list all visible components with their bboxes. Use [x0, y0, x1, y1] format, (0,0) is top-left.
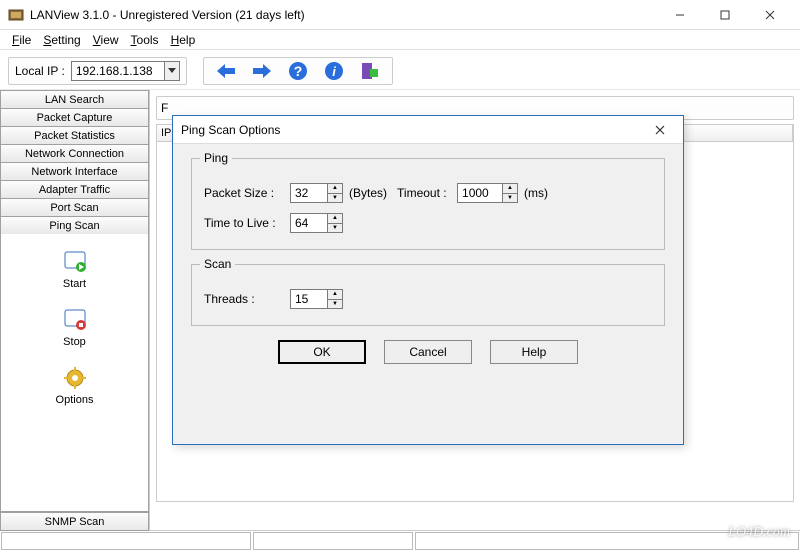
ping-groupbox: Ping Packet Size : ▲▼ (Bytes) Timeout : … — [191, 158, 665, 250]
menu-file[interactable]: File — [6, 32, 37, 48]
threads-spin[interactable]: ▲▼ — [290, 289, 343, 309]
start-action[interactable]: Start — [1, 250, 148, 290]
stop-action[interactable]: Stop — [1, 308, 148, 348]
back-button[interactable] — [214, 59, 238, 83]
spin-down-icon[interactable]: ▼ — [328, 300, 342, 309]
scan-legend: Scan — [200, 257, 235, 271]
local-ip-label: Local IP : — [15, 64, 65, 78]
status-cell-2 — [253, 532, 413, 550]
sidebar-tab-adapter-traffic[interactable]: Adapter Traffic — [0, 180, 149, 199]
spin-down-icon[interactable]: ▼ — [503, 194, 517, 203]
menubar: File Setting View Tools Help — [0, 30, 800, 50]
spin-down-icon[interactable]: ▼ — [328, 194, 342, 203]
spin-up-icon[interactable]: ▲ — [503, 184, 517, 194]
exit-icon[interactable] — [358, 59, 382, 83]
options-icon — [63, 366, 87, 390]
ttl-spin[interactable]: ▲▼ — [290, 213, 343, 233]
menu-view[interactable]: View — [87, 32, 125, 48]
info-icon[interactable]: i — [322, 59, 346, 83]
timeout-input[interactable] — [458, 184, 502, 202]
spin-up-icon[interactable]: ▲ — [328, 214, 342, 224]
menu-setting[interactable]: Setting — [37, 32, 86, 48]
window-title: LANView 3.1.0 - Unregistered Version (21… — [30, 8, 657, 22]
menu-tools[interactable]: Tools — [125, 32, 165, 48]
threads-input[interactable] — [291, 290, 327, 308]
window-titlebar: LANView 3.1.0 - Unregistered Version (21… — [0, 0, 800, 30]
sidebar: LAN Search Packet Capture Packet Statist… — [0, 90, 150, 530]
minimize-button[interactable] — [657, 1, 702, 29]
svg-text:i: i — [332, 64, 336, 79]
options-action[interactable]: Options — [1, 366, 148, 406]
help-icon[interactable]: ? — [286, 59, 310, 83]
start-icon — [63, 250, 87, 274]
ttl-input[interactable] — [291, 214, 327, 232]
local-ip-combo[interactable] — [71, 61, 180, 81]
sidebar-tab-port-scan[interactable]: Port Scan — [0, 198, 149, 217]
timeout-label: Timeout : — [397, 186, 457, 200]
start-label: Start — [63, 278, 86, 290]
help-button[interactable]: Help — [490, 340, 578, 364]
spin-up-icon[interactable]: ▲ — [328, 290, 342, 300]
local-ip-dropdown-icon[interactable] — [164, 62, 179, 80]
spin-up-icon[interactable]: ▲ — [328, 184, 342, 194]
packet-size-label: Packet Size : — [204, 186, 290, 200]
timeout-unit: (ms) — [524, 186, 548, 200]
options-label: Options — [56, 394, 94, 406]
toolbar: Local IP : ? i — [0, 52, 800, 90]
ping-scan-options-dialog: Ping Scan Options Ping Packet Size : ▲▼ … — [172, 115, 684, 445]
status-cell-1 — [1, 532, 251, 550]
cancel-button[interactable]: Cancel — [384, 340, 472, 364]
sidebar-tab-packet-capture[interactable]: Packet Capture — [0, 108, 149, 127]
close-button[interactable] — [747, 1, 792, 29]
threads-label: Threads : — [204, 292, 290, 306]
svg-text:?: ? — [294, 63, 303, 79]
dialog-titlebar[interactable]: Ping Scan Options — [173, 116, 683, 144]
packet-size-unit: (Bytes) — [349, 186, 387, 200]
statusbar — [0, 530, 800, 550]
sidebar-tab-snmp-scan[interactable]: SNMP Scan — [0, 512, 149, 531]
stop-label: Stop — [63, 336, 86, 348]
maximize-button[interactable] — [702, 1, 747, 29]
sidebar-tab-lan-search[interactable]: LAN Search — [0, 90, 149, 109]
watermark: LO4D.com — [728, 525, 790, 541]
packet-size-input[interactable] — [291, 184, 327, 202]
packet-size-spin[interactable]: ▲▼ — [290, 183, 343, 203]
forward-button[interactable] — [250, 59, 274, 83]
ping-legend: Ping — [200, 151, 232, 165]
ok-button[interactable]: OK — [278, 340, 366, 364]
dialog-title: Ping Scan Options — [181, 123, 645, 137]
dialog-close-button[interactable] — [645, 118, 675, 142]
sidebar-tab-net-conn[interactable]: Network Connection — [0, 144, 149, 163]
menu-help[interactable]: Help — [165, 32, 202, 48]
sidebar-tab-net-iface[interactable]: Network Interface — [0, 162, 149, 181]
local-ip-input[interactable] — [72, 62, 164, 80]
sidebar-tab-ping-scan[interactable]: Ping Scan — [0, 216, 149, 235]
spin-down-icon[interactable]: ▼ — [328, 224, 342, 233]
ttl-label: Time to Live : — [204, 216, 290, 230]
sidebar-tab-packet-stats[interactable]: Packet Statistics — [0, 126, 149, 145]
content-toolbar-label: F — [161, 101, 168, 115]
app-icon — [8, 7, 24, 23]
scan-groupbox: Scan Threads : ▲▼ — [191, 264, 665, 326]
stop-icon — [63, 308, 87, 332]
timeout-spin[interactable]: ▲▼ — [457, 183, 518, 203]
sidebar-panel: Start Stop Options — [0, 234, 149, 512]
